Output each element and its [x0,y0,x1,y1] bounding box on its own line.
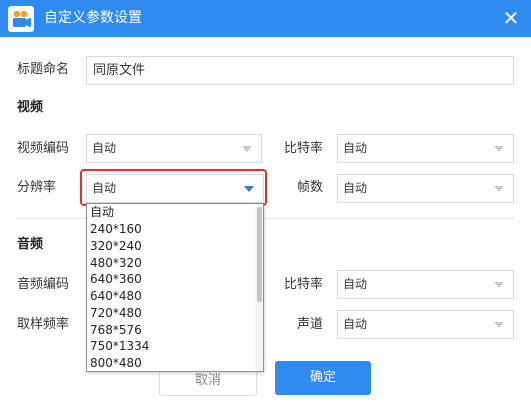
video-codec-value: 自动 [92,141,117,155]
title-name-input[interactable]: 同原文件 [86,56,514,85]
dropdown-option[interactable]: 320*240 [90,238,142,255]
dropdown-option[interactable]: 768*576 [90,322,142,339]
channel-select[interactable]: 自动 [337,310,514,339]
video-bitrate-label: 比特率 [284,141,324,156]
audio-bitrate-label: 比特率 [284,277,324,292]
resolution-highlight-frame [80,169,267,206]
audio-bitrate-select[interactable]: 自动 [337,270,514,299]
dropdown-option[interactable]: 640*480 [90,288,142,305]
video-section-heading: 视频 [17,100,44,115]
chevron-down-icon [494,282,504,288]
resolution-dropdown-list[interactable]: 自动 240*160 320*240 480*320 640*360 640*4… [86,203,264,372]
audio-bitrate-value: 自动 [343,277,368,291]
dropdown-option[interactable]: 自动 [90,204,114,221]
dropdown-option[interactable]: 800*480 [90,355,142,371]
chevron-down-icon [494,186,504,192]
audio-section-heading: 音频 [17,237,44,252]
dropdown-scrollbar[interactable] [255,204,263,371]
dropdown-option[interactable]: 640*360 [90,271,142,288]
video-bitrate-select[interactable]: 自动 [337,134,514,163]
window-title: 自定义参数设置 [44,10,142,26]
dropdown-option[interactable]: 480*320 [90,255,142,272]
chevron-down-icon [242,146,252,152]
samplerate-label: 取样频率 [17,317,70,332]
chevron-down-icon [494,322,504,328]
ok-button[interactable]: 确定 [275,361,371,395]
scrollbar-thumb[interactable] [257,207,262,302]
video-camera-icon [8,6,34,32]
dropdown-option[interactable]: 240*160 [90,221,142,238]
dropdown-option[interactable]: 750*1334 [90,338,149,355]
title-name-label: 标题命名 [17,62,70,77]
dropdown-option[interactable]: 720*480 [90,305,142,322]
video-bitrate-value: 自动 [343,141,368,155]
framerate-label: 帧数 [297,180,324,195]
channel-label: 声道 [297,317,324,332]
framerate-select[interactable]: 自动 [337,174,514,203]
close-icon[interactable]: ✕ [499,6,523,30]
resolution-label: 分辨率 [17,180,57,195]
framerate-value: 自动 [343,181,368,195]
channel-value: 自动 [343,317,368,331]
audio-codec-label: 音频编码 [17,277,70,292]
title-bar: 自定义参数设置 ✕ [0,0,531,37]
chevron-down-icon [494,146,504,152]
video-codec-select[interactable]: 自动 [86,134,262,163]
video-codec-label: 视频编码 [17,141,70,156]
